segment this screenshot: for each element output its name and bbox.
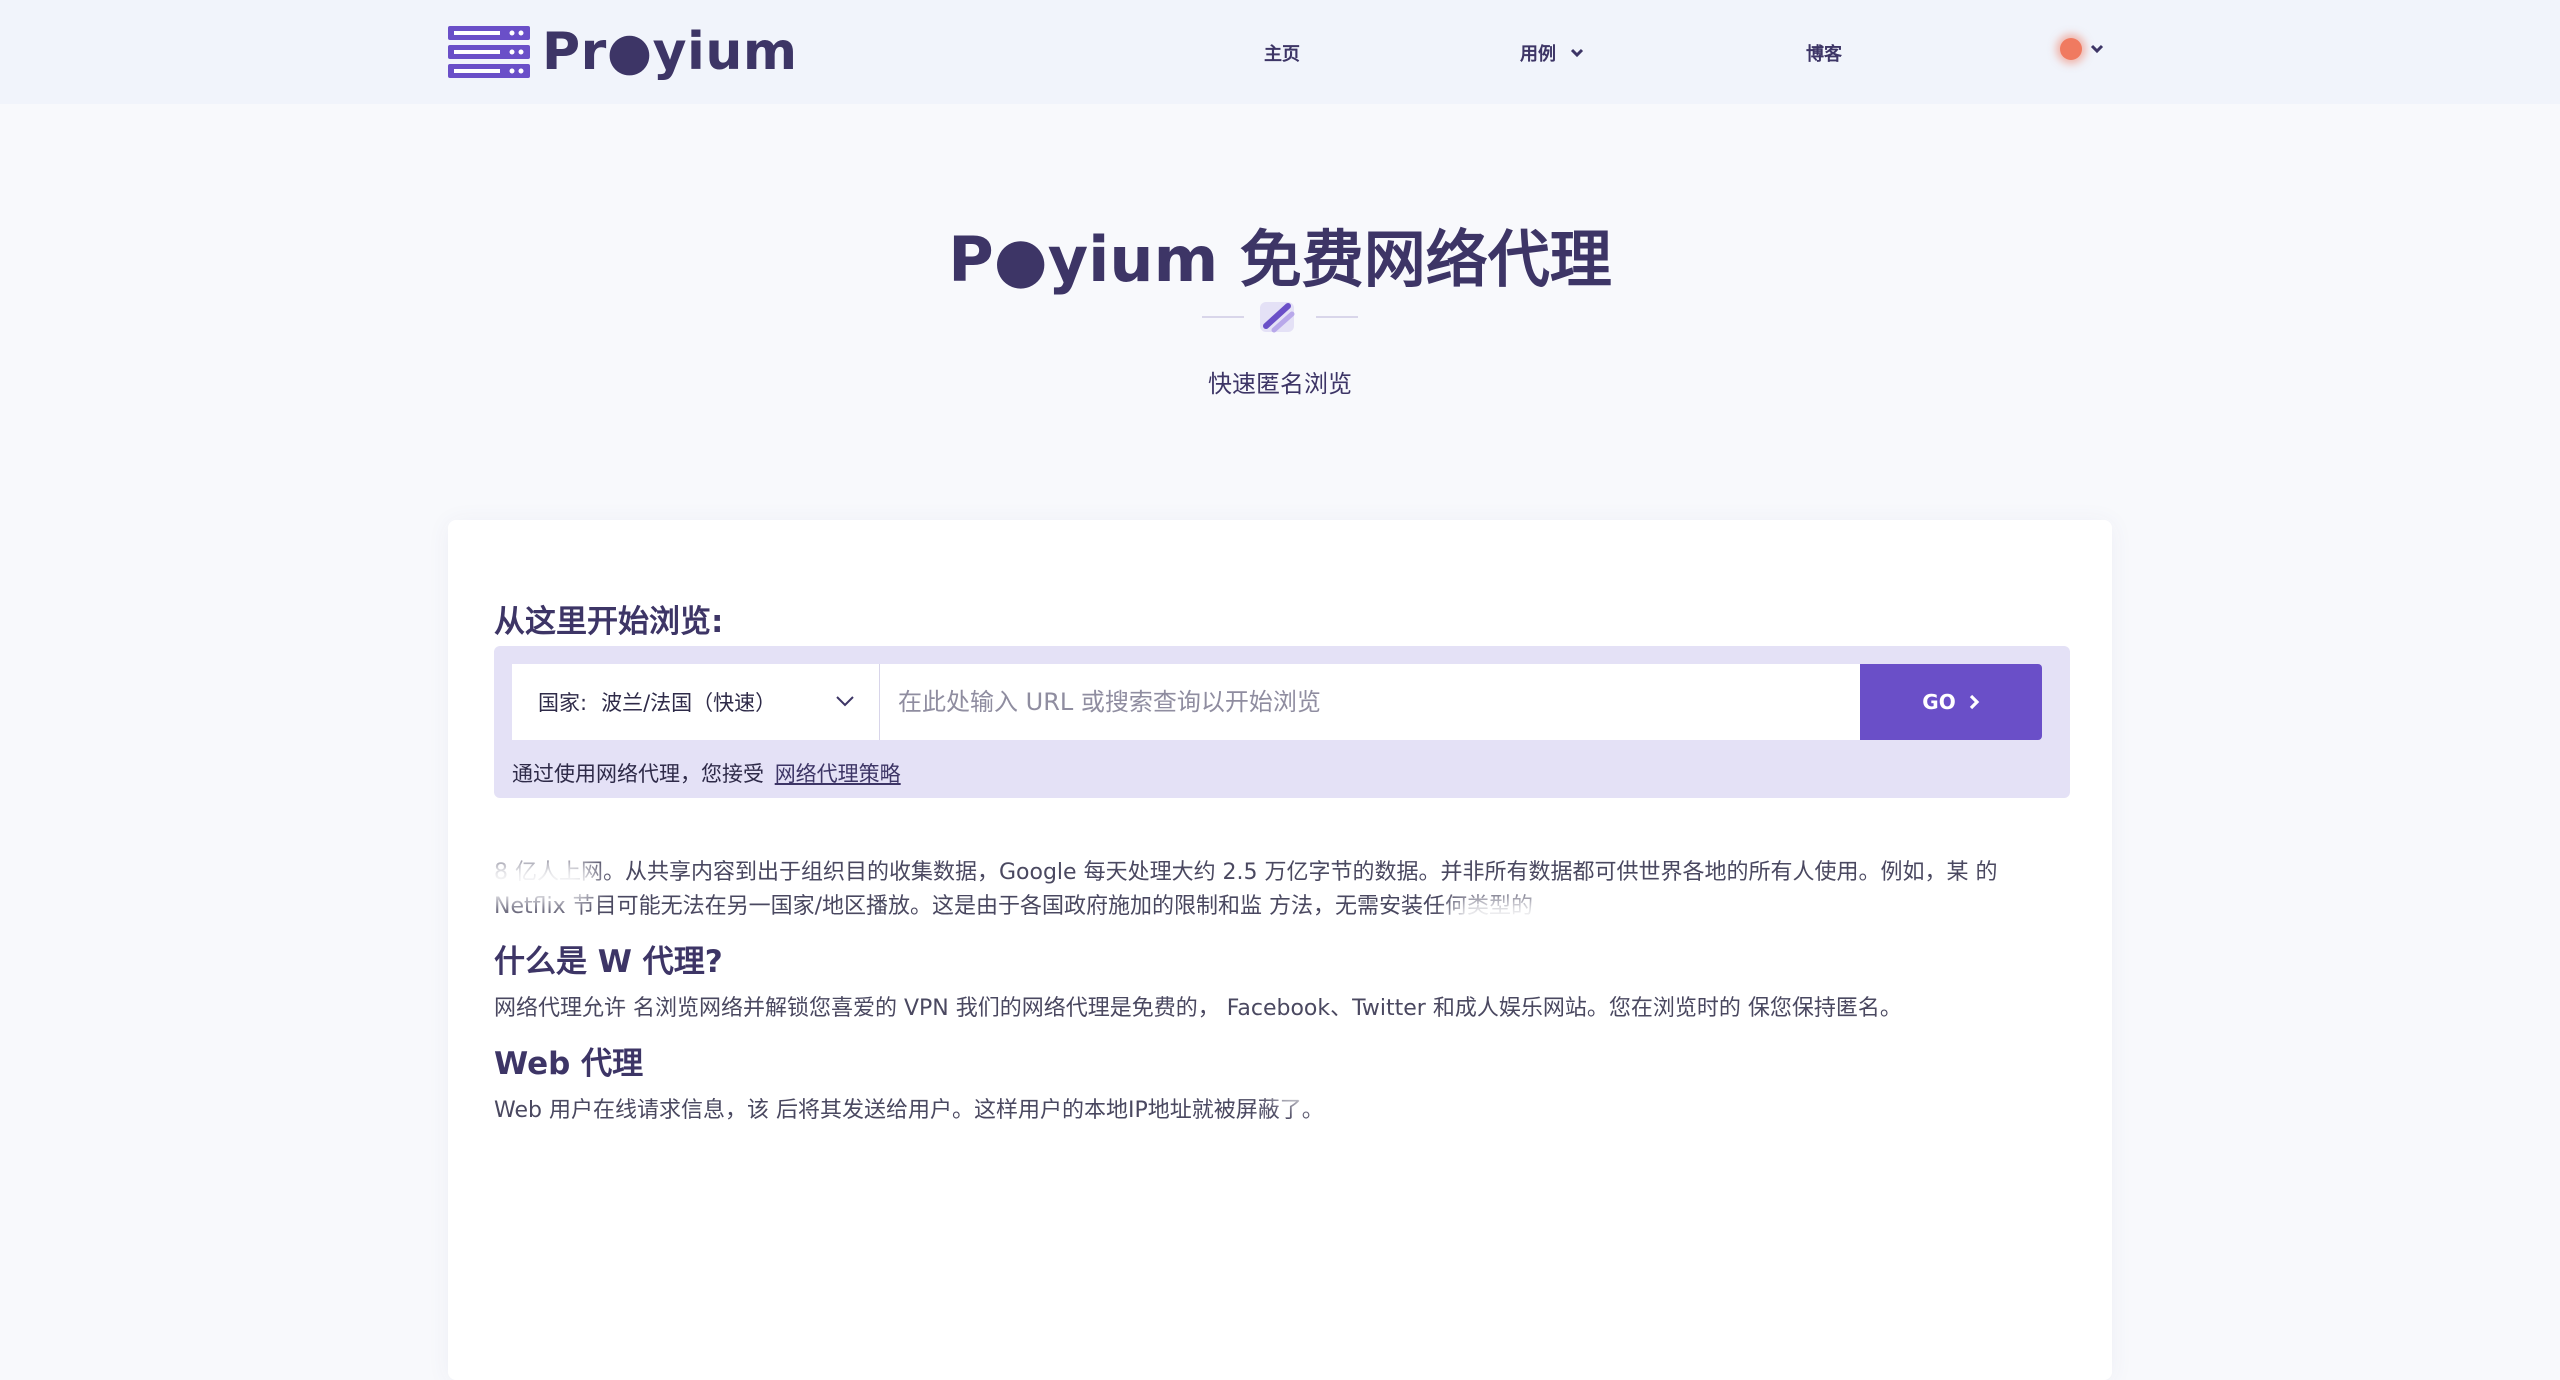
- country-value: 波兰/法国（快速）: [601, 691, 777, 715]
- what-paragraph: 网络代理允许 名浏览网络并解锁您喜爱的 VPN 我们的网络代理是免费的， Fac…: [494, 996, 1902, 1021]
- language-selector[interactable]: [2060, 38, 2104, 60]
- go-button[interactable]: GO: [1860, 664, 2042, 740]
- policy-link[interactable]: 网络代理策略: [775, 762, 901, 786]
- nav-blog[interactable]: 博客: [1806, 40, 1842, 66]
- chevron-right-icon: [1969, 694, 1979, 710]
- main-card: 从这里开始浏览: 国家: 波兰/法国（快速） GO 通过使用网络代理，您接受 网…: [448, 520, 2112, 1380]
- redaction-smear: [1448, 898, 2008, 942]
- logo-text: Pr●yium: [542, 22, 798, 82]
- browse-label: 从这里开始浏览:: [494, 604, 724, 640]
- flag-icon: [2060, 38, 2082, 60]
- logo[interactable]: Pr●yium: [448, 26, 798, 78]
- page-title: P●yium 免费网络代理: [948, 223, 1612, 296]
- nav-use-cases-label: 用例: [1520, 44, 1556, 65]
- nav-use-cases[interactable]: 用例: [1520, 40, 1584, 66]
- server-logo-icon: [448, 26, 530, 78]
- nav-blog-label: 博客: [1806, 44, 1842, 65]
- page-subtitle: 快速匿名浏览: [1208, 370, 1352, 398]
- policy-notice: 通过使用网络代理，您接受 网络代理策略: [512, 758, 901, 788]
- redaction-smear: [458, 860, 598, 904]
- nav-home[interactable]: 主页: [1264, 40, 1300, 66]
- redaction-smear: [1348, 1196, 2048, 1240]
- country-label: 国家:: [538, 691, 588, 715]
- heading-what-is-proxy: 什么是 W 代理?: [494, 944, 723, 980]
- url-input[interactable]: [880, 664, 1860, 740]
- chevron-down-icon: [836, 696, 854, 707]
- nav-home-label: 主页: [1264, 44, 1300, 65]
- top-navbar: Pr●yium 主页 用例 博客: [0, 0, 2560, 104]
- chevron-down-icon: [2090, 44, 2104, 54]
- policy-text: 通过使用网络代理，您接受: [512, 762, 764, 786]
- country-select[interactable]: 国家: 波兰/法国（快速）: [512, 664, 880, 740]
- chevron-down-icon: [1570, 48, 1584, 58]
- redaction-smear: [568, 1160, 1128, 1204]
- go-label: GO: [1922, 690, 1956, 714]
- proxy-search-box: 国家: 波兰/法国（快速） GO 通过使用网络代理，您接受 网络代理策略: [494, 646, 2070, 798]
- divider-icon: [1202, 302, 1358, 333]
- redaction-smear: [1268, 1060, 1988, 1104]
